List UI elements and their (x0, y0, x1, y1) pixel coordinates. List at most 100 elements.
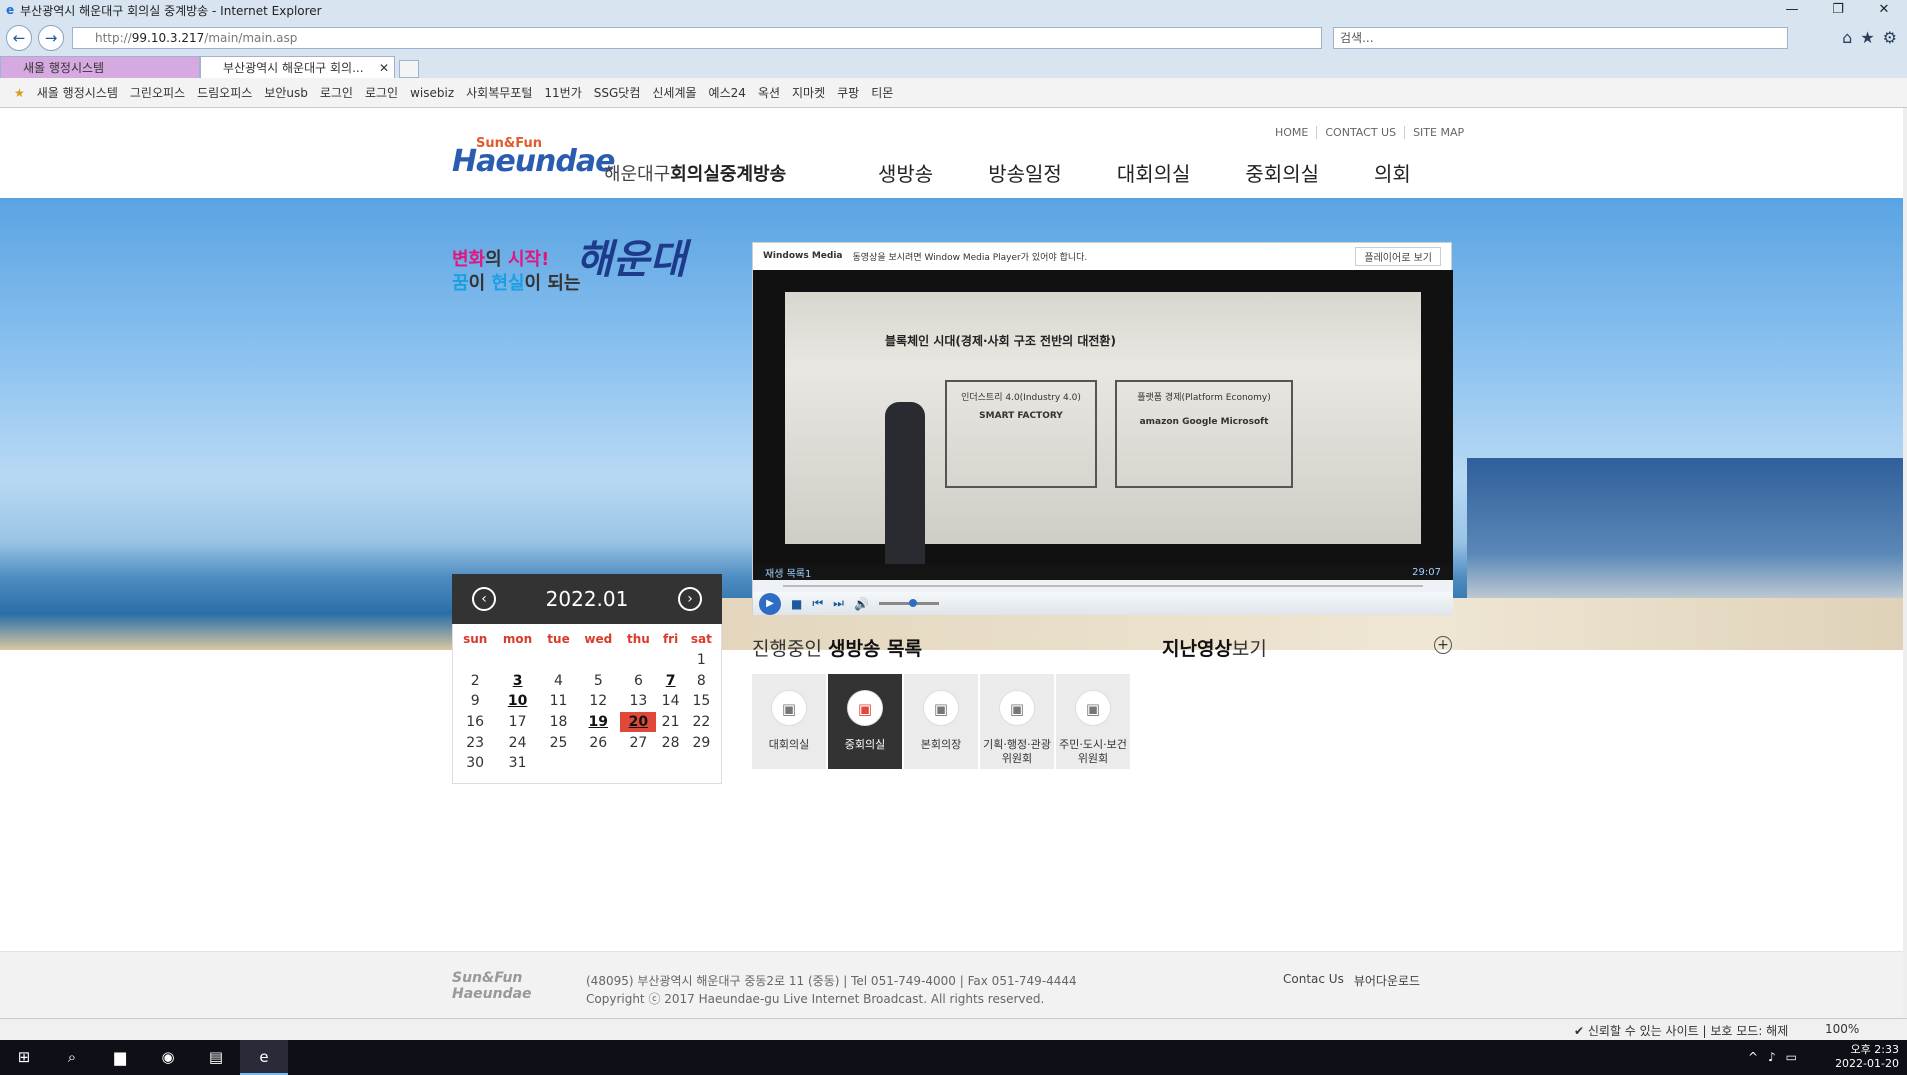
calendar-day (656, 753, 684, 774)
footer-address: (48095) 부산광역시 해운대구 중동2로 11 (중동) | Tel 05… (586, 972, 1077, 1008)
room-tile[interactable]: ▣ 중회의실 (828, 674, 902, 769)
calendar-day: 31 (508, 755, 527, 772)
slogan-word: 현실 (491, 273, 525, 294)
forward-button[interactable]: → (38, 25, 64, 51)
windows-start-icon[interactable]: ⊞ (0, 1040, 48, 1075)
room-label: 대회의실 (768, 738, 810, 751)
calendar-day: 29 (692, 734, 711, 751)
zoom-level[interactable]: 100% (1825, 1022, 1859, 1036)
system-tray: ^♪▭ (1747, 1050, 1807, 1064)
back-button[interactable]: ← (6, 25, 32, 51)
fav-item[interactable]: 사회복무포털 (466, 84, 532, 101)
taskbar-clock[interactable]: 오후 2:33 2022-01-20 (1835, 1043, 1899, 1071)
calendar-day[interactable]: 3 (494, 671, 540, 692)
fav-item[interactable]: 예스24 (709, 84, 746, 101)
logo-wordmark: Haeundae (452, 144, 615, 179)
fav-item[interactable]: 11번가 (544, 84, 581, 101)
calendar-week: 1 (456, 650, 718, 671)
fav-item[interactable]: SSG닷컴 (594, 84, 641, 101)
home-link[interactable]: HOME (1275, 126, 1308, 139)
nav-medium-hall[interactable]: 중회의실 (1245, 158, 1319, 187)
windows-media-logo: Windows Media (763, 251, 843, 261)
tab-haeundae[interactable]: 부산광역시 해운대구 회의... ✕ (200, 56, 395, 78)
fav-item[interactable]: 신세계몰 (652, 84, 696, 101)
calendar-day[interactable]: 10 (494, 691, 540, 712)
title-light: 보기 (1231, 638, 1267, 660)
more-plus-icon[interactable]: + (1434, 636, 1452, 654)
nav-live[interactable]: 생방송 (878, 158, 933, 187)
fav-item[interactable]: 쿠팡 (837, 84, 859, 101)
fav-item[interactable]: 보안usb (264, 84, 308, 101)
prev-month-button[interactable]: ‹ (472, 587, 496, 611)
address-input[interactable]: http://99.10.3.217/main/main.asp (72, 27, 1322, 49)
volume-knob[interactable] (908, 599, 917, 607)
internet-explorer-icon[interactable]: e (240, 1040, 288, 1075)
calendar-day[interactable]: 20 (620, 711, 657, 733)
fav-item[interactable]: 옥션 (758, 84, 780, 101)
room-tile[interactable]: ▣ 본회의장 (904, 674, 978, 769)
hero-banner: 변화의 시작! 꿈이 현실이 되는 해운대 Windows Media 동영상을… (0, 198, 1907, 650)
fav-item[interactable]: 그린오피스 (130, 84, 185, 101)
open-player-button[interactable]: 플레이어로 보기 (1355, 247, 1441, 266)
fav-item[interactable]: 티몬 (871, 84, 893, 101)
maximize-button[interactable]: ❐ (1815, 0, 1861, 20)
calendar-day (576, 753, 620, 774)
fav-item[interactable]: 새올 행정시스템 (37, 84, 118, 101)
calendar-day (685, 753, 718, 774)
app-icon[interactable]: ◉ (144, 1040, 192, 1075)
favorites-star-icon[interactable]: ★ (14, 86, 25, 100)
viewer-download-link[interactable]: 뷰어다운로드 (1354, 972, 1420, 989)
volume-slider[interactable] (878, 599, 939, 607)
favorites-star-icon[interactable]: ★ (1860, 28, 1874, 47)
contact-us-link[interactable]: CONTACT US (1316, 126, 1396, 139)
page-scrollbar[interactable] (1903, 108, 1907, 1018)
windows-taskbar: ⊞ ⌕ ▆ ◉ ▤ e ^♪▭ 오후 2:33 2022-01-20 (0, 1040, 1907, 1075)
tab-close-icon[interactable]: ✕ (379, 57, 389, 79)
weekday-header: mon (502, 632, 533, 646)
volume-icon[interactable]: 🔊 (854, 597, 869, 611)
home-icon[interactable]: ⌂ (1842, 28, 1852, 47)
fav-item[interactable]: 로그인 (320, 84, 353, 101)
close-window-button[interactable]: ✕ (1861, 0, 1907, 20)
weekday-header: wed (584, 632, 613, 646)
calendar-day: 15 (692, 693, 711, 710)
elapsed-time: 29:07 (1412, 566, 1441, 578)
main-nav: 생방송 방송일정 대회의실 중회의실 의회 (878, 158, 1466, 187)
next-icon[interactable]: ⏭ (833, 596, 844, 611)
search-icon[interactable]: ⌕ (48, 1040, 96, 1075)
room-tile[interactable]: ▣ 기획·행정·관광위원회 (980, 674, 1054, 769)
url-path: /main/main.asp (204, 31, 298, 45)
fav-item[interactable]: 지마켓 (792, 84, 825, 101)
new-tab-button[interactable] (399, 60, 419, 78)
fav-item[interactable]: 드림오피스 (197, 84, 252, 101)
fav-item[interactable]: 로그인 (365, 84, 398, 101)
gear-icon[interactable]: ⚙ (1883, 28, 1897, 47)
room-tile[interactable]: ▣ 대회의실 (752, 674, 826, 769)
previous-icon[interactable]: ⏮ (812, 596, 823, 611)
weekday-header: thu (626, 632, 650, 646)
room-label: 중회의실 (844, 738, 886, 751)
url-host: 99.10.3.217 (131, 31, 205, 45)
search-input[interactable]: 검색... (1333, 27, 1788, 49)
calendar-day[interactable]: 19 (576, 712, 620, 733)
play-icon[interactable]: ▶ (759, 592, 781, 615)
calendar-week: 16 17 18 19 20 21 22 (456, 711, 718, 733)
site-map-link[interactable]: SITE MAP (1404, 126, 1464, 139)
calendar-day: 8 (696, 672, 706, 689)
nav-large-hall[interactable]: 대회의실 (1117, 158, 1191, 187)
calendar-day[interactable]: 7 (656, 671, 684, 692)
video-screen[interactable]: 블록체인 시대(경제·사회 구조 전반의 대전환) 인더스트리 4.0(Indu… (753, 270, 1453, 572)
seek-bar[interactable] (753, 580, 1453, 592)
tab-saeol[interactable]: 새올 행정시스템 (0, 56, 200, 78)
contact-us-link[interactable]: Contac Us (1283, 972, 1344, 989)
fav-item[interactable]: wisebiz (410, 86, 454, 100)
minimize-button[interactable]: — (1769, 0, 1815, 20)
room-tile[interactable]: ▣ 주민·도시·보건위원회 (1056, 674, 1130, 769)
notepad-icon[interactable]: ▤ (192, 1040, 240, 1075)
nav-council[interactable]: 의회 (1374, 158, 1411, 187)
nav-schedule[interactable]: 방송일정 (988, 158, 1062, 187)
next-month-button[interactable]: › (678, 587, 702, 611)
stop-icon[interactable]: ■ (791, 597, 802, 611)
calendar-day: 22 (692, 714, 711, 731)
file-explorer-icon[interactable]: ▆ (96, 1040, 144, 1075)
